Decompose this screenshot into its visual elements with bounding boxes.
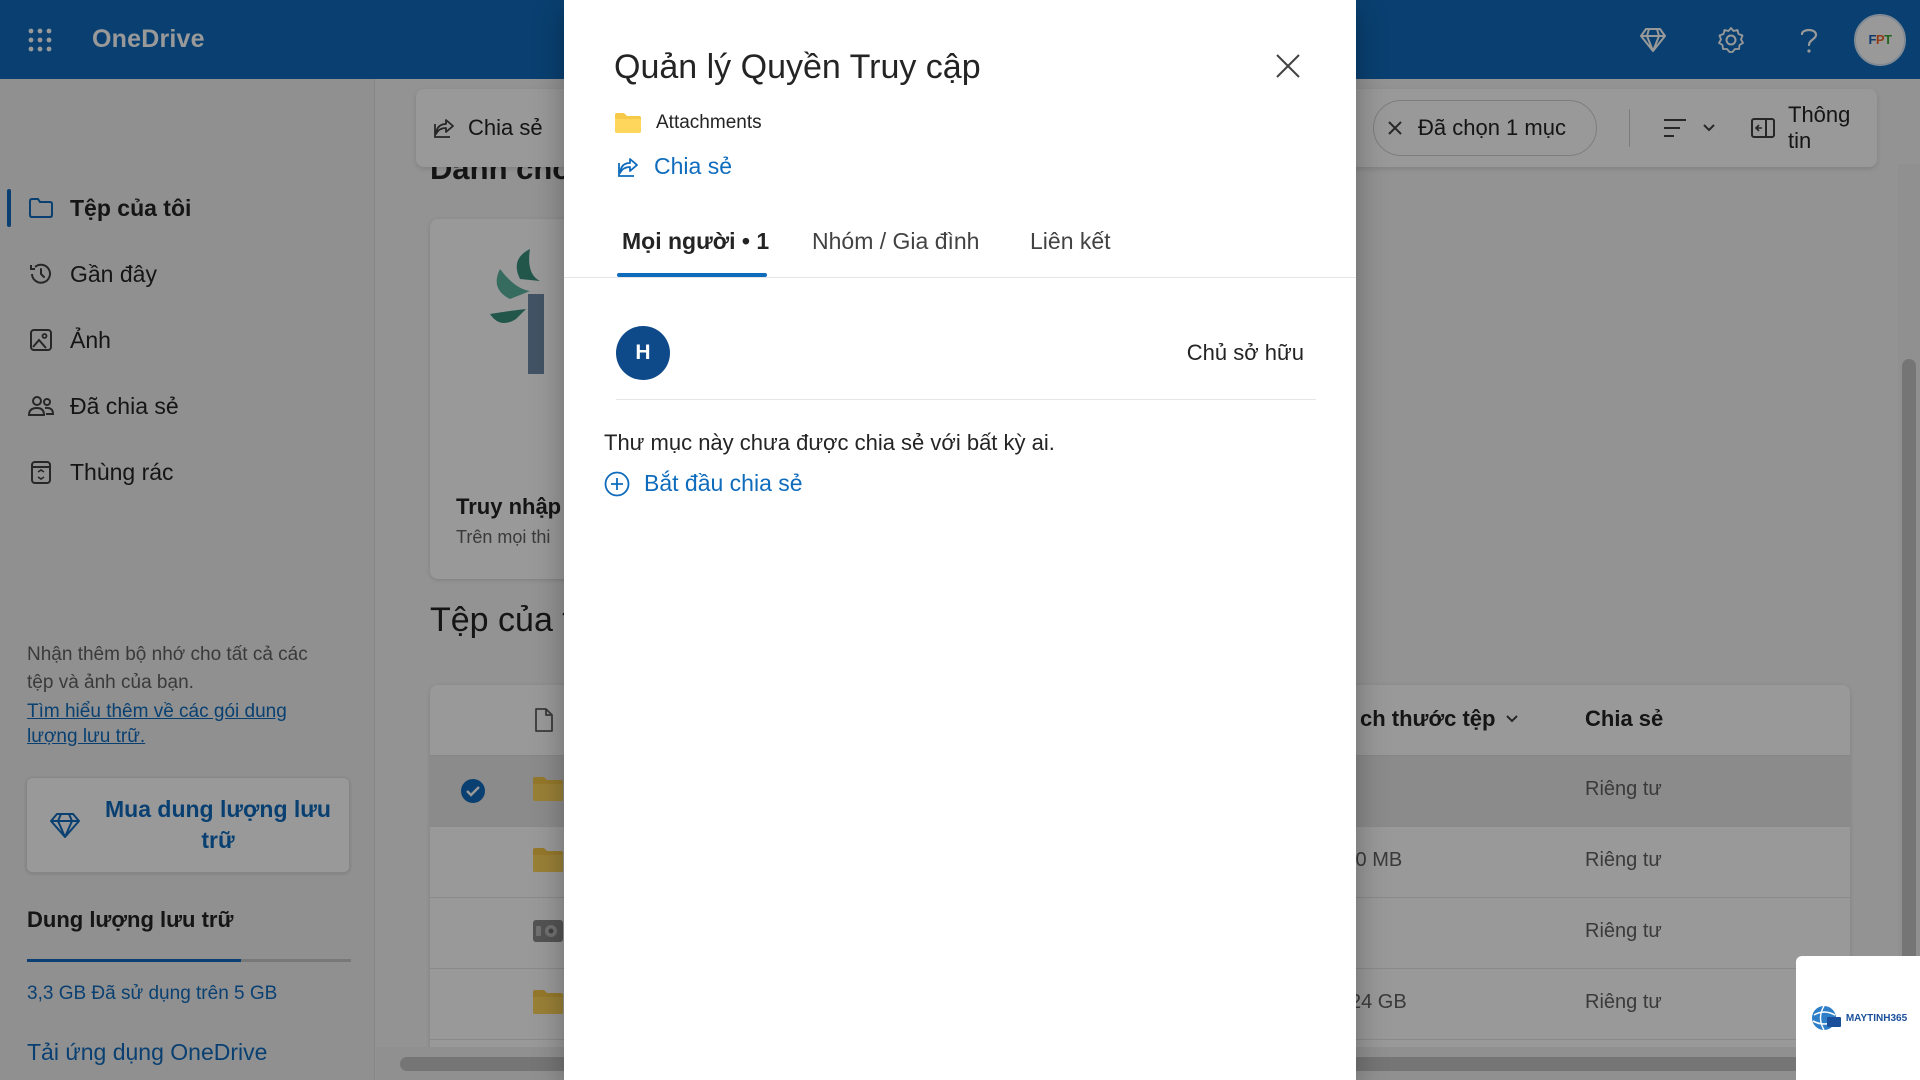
folder-icon — [615, 113, 641, 133]
manage-access-dialog: Quản lý Quyền Truy cập Attachments Chia … — [564, 0, 1356, 1080]
close-dialog-button[interactable] — [1264, 42, 1312, 90]
tab-people[interactable]: Mọi người • 1 — [622, 228, 769, 255]
permission-row: H Chủ sở hữu — [616, 326, 1316, 400]
start-sharing-button[interactable]: Bắt đầu chia sẻ — [604, 470, 803, 497]
avatar[interactable]: H — [616, 326, 670, 380]
watermark-logo: MAYTINH365 — [1796, 956, 1920, 1080]
dialog-tabs: Mọi người • 1 Nhóm / Gia đình Liên kết — [564, 210, 1356, 278]
close-icon — [1276, 54, 1300, 78]
active-tab-indicator — [617, 273, 767, 277]
start-sharing-label: Bắt đầu chia sẻ — [644, 470, 803, 496]
add-circle-icon — [604, 471, 630, 496]
dialog-title: Quản lý Quyền Truy cập — [614, 48, 981, 86]
share-link-label: Chia sẻ — [654, 153, 732, 179]
watermark-text: MAYTINH365 — [1845, 1012, 1908, 1024]
tab-groups-family[interactable]: Nhóm / Gia đình — [812, 228, 979, 255]
globe-logo-icon — [1811, 1005, 1841, 1031]
permission-role: Chủ sở hữu — [1186, 340, 1304, 365]
dialog-share-link[interactable]: Chia sẻ — [616, 153, 732, 180]
dialog-item: Attachments — [614, 112, 762, 134]
not-shared-message: Thư mục này chưa được chia sẻ với bất kỳ… — [604, 430, 1055, 455]
share-icon — [618, 157, 638, 177]
tab-links[interactable]: Liên kết — [1030, 228, 1111, 255]
folder-name: Attachments — [656, 112, 762, 133]
